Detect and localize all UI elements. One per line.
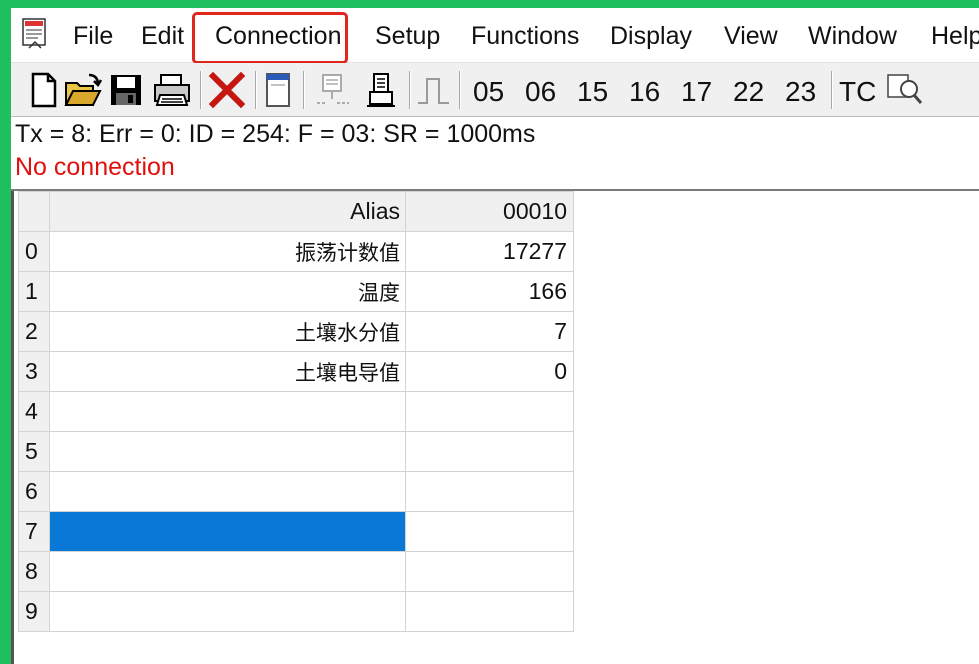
value-cell[interactable]: 17277 xyxy=(405,231,574,272)
data-grid-area: Alias 00010 0 振荡计数值 17277 1 温度 166 2 土壤水… xyxy=(11,189,979,664)
table-row: 0 振荡计数值 17277 xyxy=(18,231,574,272)
table-row: 6 xyxy=(18,471,574,512)
row-header[interactable]: 4 xyxy=(18,391,50,432)
menu-edit[interactable]: Edit xyxy=(141,22,184,51)
row-header[interactable]: 5 xyxy=(18,431,50,472)
toolbar-separator xyxy=(255,71,257,109)
alias-cell[interactable] xyxy=(49,471,406,512)
row-header[interactable]: 9 xyxy=(18,591,50,632)
function-05-button[interactable]: 05 xyxy=(473,76,504,108)
value-cell[interactable] xyxy=(405,391,574,432)
data-grid: Alias 00010 0 振荡计数值 17277 1 温度 166 2 土壤水… xyxy=(18,191,574,632)
function-23-button[interactable]: 23 xyxy=(785,76,816,108)
value-cell[interactable]: 0 xyxy=(405,351,574,392)
save-icon[interactable] xyxy=(108,71,144,109)
search-icon[interactable] xyxy=(885,71,925,109)
value-cell[interactable]: 166 xyxy=(405,271,574,312)
serial-icon[interactable] xyxy=(363,71,401,109)
toolbar-separator xyxy=(303,71,305,109)
alias-cell[interactable] xyxy=(49,551,406,592)
print-icon[interactable] xyxy=(151,71,193,109)
value-cell[interactable] xyxy=(405,551,574,592)
address-column-header[interactable]: 00010 xyxy=(405,191,574,232)
menu-functions[interactable]: Functions xyxy=(471,22,579,51)
alias-cell[interactable]: 振荡计数值 xyxy=(49,231,406,272)
window-frame-top xyxy=(0,0,979,8)
new-file-icon[interactable] xyxy=(29,71,59,109)
table-row: 3 土壤电导值 0 xyxy=(18,351,574,392)
value-cell[interactable] xyxy=(405,591,574,632)
value-cell[interactable]: 7 xyxy=(405,311,574,352)
table-row: 9 xyxy=(18,591,574,632)
value-cell[interactable] xyxy=(405,471,574,512)
window-icon[interactable] xyxy=(263,71,293,109)
window-frame-left xyxy=(0,0,11,664)
row-header[interactable]: 2 xyxy=(18,311,50,352)
alias-column-header[interactable]: Alias xyxy=(49,191,406,232)
table-row: 5 xyxy=(18,431,574,472)
grid-header-row: Alias 00010 xyxy=(18,191,574,232)
row-header[interactable]: 8 xyxy=(18,551,50,592)
row-header[interactable]: 3 xyxy=(18,351,50,392)
table-row: 8 xyxy=(18,551,574,592)
value-cell[interactable] xyxy=(405,431,574,472)
toolbar-separator xyxy=(409,71,411,109)
selected-alias-cell[interactable] xyxy=(49,511,406,552)
menu-bar: File Edit Connection Setup Functions Dis… xyxy=(11,8,979,64)
function-16-button[interactable]: 16 xyxy=(629,76,660,108)
table-row: 4 xyxy=(18,391,574,432)
table-row: 1 温度 166 xyxy=(18,271,574,312)
alias-cell[interactable]: 温度 xyxy=(49,271,406,312)
menu-help[interactable]: Help xyxy=(931,22,979,51)
pulse-icon[interactable] xyxy=(415,71,453,109)
alias-cell[interactable] xyxy=(49,591,406,632)
alias-cell[interactable]: 土壤水分值 xyxy=(49,311,406,352)
tc-button[interactable]: TC xyxy=(839,76,876,108)
grid-border xyxy=(11,191,14,664)
grid-corner[interactable] xyxy=(18,191,50,232)
row-header[interactable]: 6 xyxy=(18,471,50,512)
table-row: 7 xyxy=(18,511,574,552)
menu-display[interactable]: Display xyxy=(610,22,692,51)
alias-cell[interactable] xyxy=(49,391,406,432)
row-header[interactable]: 7 xyxy=(18,511,50,552)
connection-highlight-box xyxy=(192,12,348,64)
toolbar: 05 06 15 16 17 22 23 TC xyxy=(11,63,979,117)
open-folder-icon[interactable] xyxy=(63,71,103,109)
toolbar-separator xyxy=(459,71,461,109)
app-window: File Edit Connection Setup Functions Dis… xyxy=(11,8,979,664)
row-header[interactable]: 0 xyxy=(18,231,50,272)
connect-icon[interactable] xyxy=(313,71,353,109)
function-06-button[interactable]: 06 xyxy=(525,76,556,108)
alias-cell[interactable] xyxy=(49,431,406,472)
toolbar-separator xyxy=(831,71,833,109)
disconnect-icon[interactable] xyxy=(207,71,247,109)
alias-cell[interactable]: 土壤电导值 xyxy=(49,351,406,392)
table-row: 2 土壤水分值 7 xyxy=(18,311,574,352)
status-line: Tx = 8: Err = 0: ID = 254: F = 03: SR = … xyxy=(15,120,536,148)
function-22-button[interactable]: 22 xyxy=(733,76,764,108)
value-cell[interactable] xyxy=(405,511,574,552)
function-15-button[interactable]: 15 xyxy=(577,76,608,108)
app-icon[interactable] xyxy=(21,18,49,50)
row-header[interactable]: 1 xyxy=(18,271,50,312)
menu-file[interactable]: File xyxy=(73,22,113,51)
toolbar-separator xyxy=(200,71,202,109)
function-17-button[interactable]: 17 xyxy=(681,76,712,108)
menu-window[interactable]: Window xyxy=(808,22,897,51)
menu-setup[interactable]: Setup xyxy=(375,22,440,51)
connection-status: No connection xyxy=(15,153,175,181)
menu-view[interactable]: View xyxy=(724,22,778,51)
